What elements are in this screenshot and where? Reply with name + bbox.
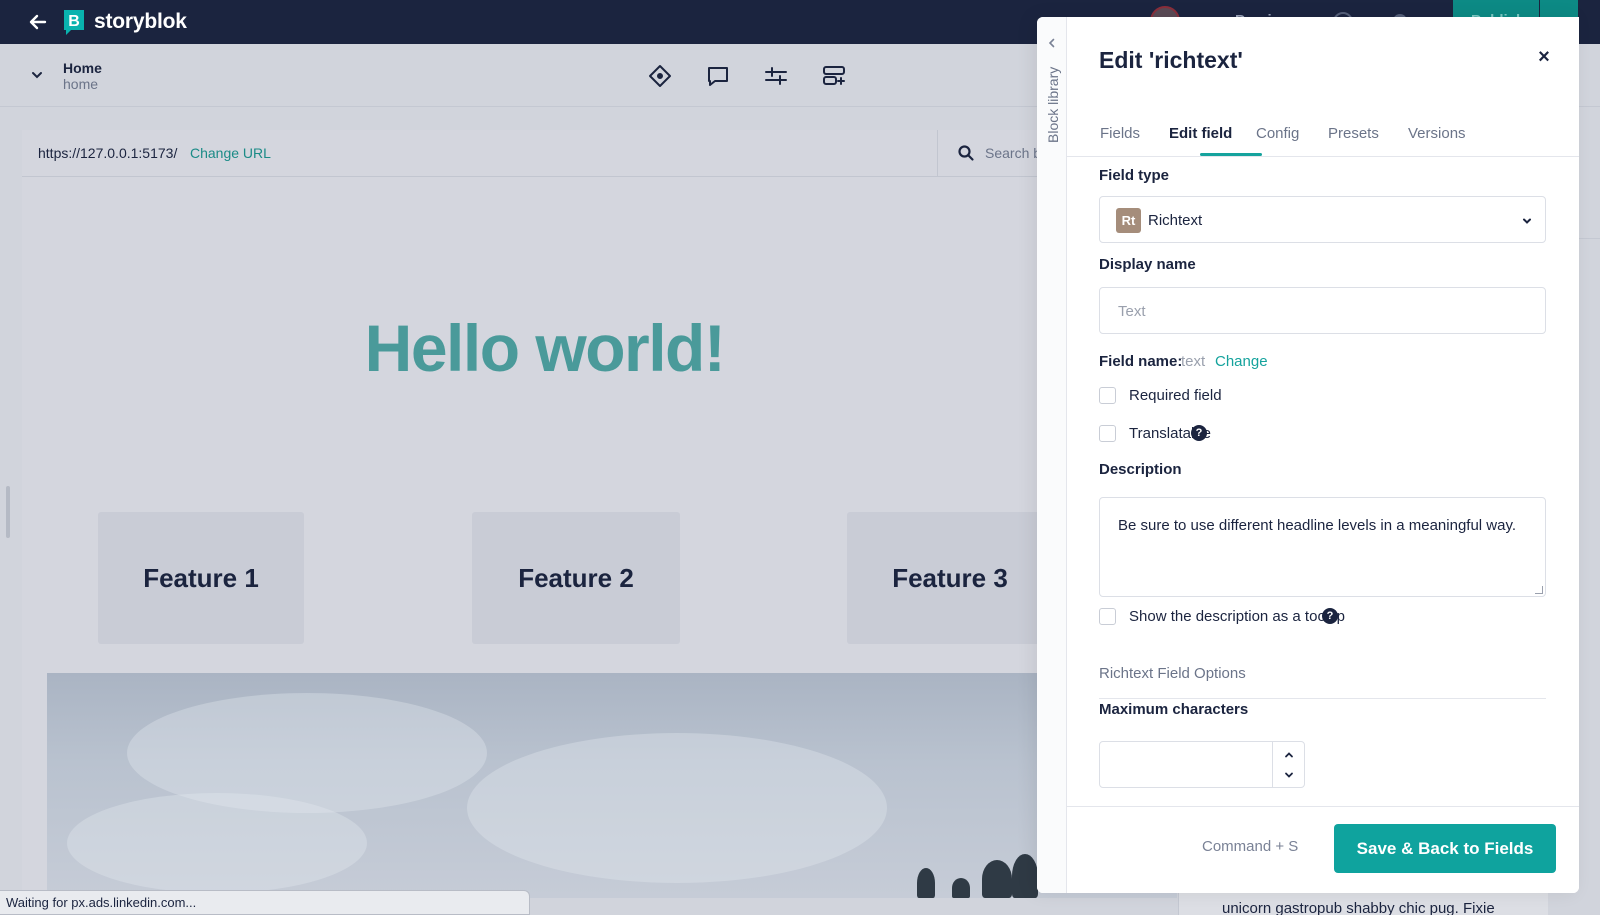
- max-characters-label: Maximum characters: [1099, 701, 1249, 718]
- tab-fields[interactable]: Fields: [1100, 125, 1140, 142]
- story-title: Home: [63, 60, 102, 76]
- tab-presets[interactable]: Presets: [1328, 125, 1379, 142]
- required-checkbox[interactable]: [1099, 387, 1116, 404]
- hero-image[interactable]: [47, 673, 1177, 898]
- description-text: Be sure to use different headline levels…: [1118, 517, 1517, 534]
- max-characters-input[interactable]: [1099, 741, 1305, 788]
- change-url-link[interactable]: Change URL: [190, 145, 271, 161]
- help-icon[interactable]: ?: [1322, 608, 1338, 624]
- field-type-label: Field type: [1099, 167, 1170, 184]
- tab-edit-field[interactable]: Edit field: [1169, 125, 1232, 142]
- feature-card[interactable]: Feature 3: [847, 512, 1053, 644]
- chevron-down-icon[interactable]: [1284, 770, 1294, 780]
- field-type-select[interactable]: Rt Richtext: [1099, 196, 1546, 243]
- field-name-value: text: [1181, 353, 1206, 370]
- divider: [1099, 698, 1546, 699]
- search-icon: [958, 145, 974, 161]
- tree-shape: [982, 860, 1012, 898]
- richtext-badge-icon: Rt: [1116, 208, 1141, 233]
- close-icon[interactable]: ×: [1536, 47, 1552, 67]
- field-type-value: Richtext: [1148, 212, 1203, 229]
- chevron-down-icon: [1523, 218, 1531, 224]
- divider: [937, 130, 938, 177]
- content-preview-text: unicorn gastropub shabby chic pug. Fixie: [1222, 900, 1495, 915]
- sliders-icon[interactable]: [763, 63, 789, 89]
- translatable-checkbox[interactable]: [1099, 425, 1116, 442]
- block-library-rail[interactable]: Block library: [1037, 17, 1067, 893]
- comment-icon[interactable]: [705, 63, 731, 89]
- url-bar: https://127.0.0.1:5173/ Change URL Searc…: [22, 130, 1177, 177]
- tree-shape: [1012, 854, 1038, 898]
- help-icon[interactable]: ?: [1191, 425, 1207, 441]
- quantity-stepper[interactable]: [1272, 742, 1305, 787]
- field-name-label: Field name:: [1099, 353, 1183, 370]
- storyblok-logo[interactable]: B storyblok: [62, 8, 187, 36]
- brand-name: storyblok: [94, 10, 187, 33]
- chevron-left-icon[interactable]: [1046, 37, 1058, 49]
- block-library-text: Block library: [1045, 66, 1061, 143]
- richtext-options-heading: Richtext Field Options: [1099, 665, 1246, 682]
- storyblok-logo-icon: B: [64, 10, 84, 35]
- back-arrow-icon[interactable]: [26, 10, 50, 34]
- chevron-down-icon[interactable]: [28, 66, 46, 84]
- tree-shape: [952, 878, 970, 898]
- search-input[interactable]: Search b: [985, 145, 1041, 161]
- resize-handle[interactable]: [6, 486, 10, 538]
- hero-title-text: Hello world!: [364, 311, 726, 385]
- tooltip-label[interactable]: Show the description as a tooltip: [1129, 608, 1345, 625]
- display-name-label: Display name: [1099, 256, 1196, 273]
- resize-grip-icon[interactable]: [1535, 586, 1543, 594]
- hero-title[interactable]: Hello world!: [22, 310, 1177, 386]
- chevron-up-icon[interactable]: [1284, 750, 1294, 760]
- tab-config[interactable]: Config: [1256, 125, 1299, 142]
- visual-preview[interactable]: https://127.0.0.1:5173/ Change URL Searc…: [22, 130, 1177, 898]
- description-label: Description: [1099, 461, 1182, 478]
- cloud-shape: [467, 733, 887, 883]
- required-label[interactable]: Required field: [1129, 387, 1222, 404]
- active-tab-indicator: [1200, 153, 1262, 156]
- edit-field-drawer: Block library Edit 'richtext' × Fields E…: [1037, 17, 1579, 893]
- cloud-shape: [67, 793, 367, 893]
- diamond-icon[interactable]: [647, 63, 673, 89]
- tree-shape: [917, 868, 935, 898]
- tab-versions[interactable]: Versions: [1408, 125, 1466, 142]
- drawer-footer: Command + S Save & Back to Fields: [1067, 806, 1579, 893]
- feature-card[interactable]: Feature 2: [472, 512, 680, 644]
- field-name-change-link[interactable]: Change: [1215, 353, 1268, 370]
- feature-card[interactable]: Feature 1: [98, 512, 304, 644]
- display-name-input[interactable]: Text: [1099, 287, 1546, 334]
- svg-text:B: B: [68, 13, 80, 30]
- save-back-button[interactable]: Save & Back to Fields: [1334, 824, 1556, 873]
- browser-status-bar: Waiting for px.ads.linkedin.com...: [0, 890, 530, 915]
- description-textarea[interactable]: Be sure to use different headline levels…: [1099, 497, 1546, 597]
- story-slug: home: [63, 76, 99, 92]
- add-block-icon[interactable]: [821, 63, 847, 89]
- drawer-title: Edit 'richtext': [1099, 47, 1243, 73]
- tooltip-checkbox[interactable]: [1099, 608, 1116, 625]
- save-shortcut-hint: Command + S: [1202, 838, 1299, 855]
- preview-url: https://127.0.0.1:5173/: [38, 145, 178, 161]
- tab-bar: Fields Edit field Config Presets Version…: [1067, 105, 1579, 157]
